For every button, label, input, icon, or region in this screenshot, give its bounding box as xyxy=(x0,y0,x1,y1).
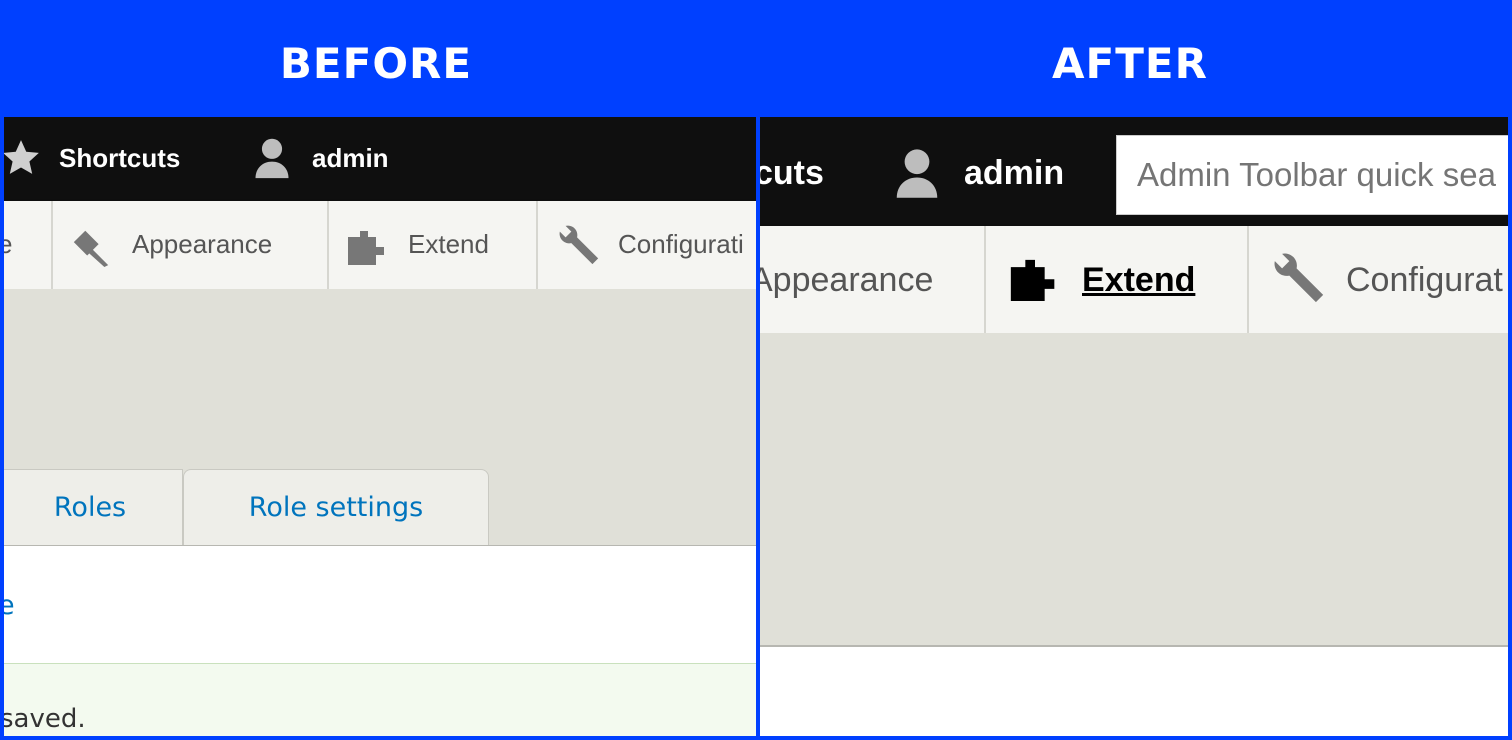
tray-item-label: Configurati xyxy=(618,229,744,259)
before-panel: Shortcuts admin e Appearance Extend Conf… xyxy=(4,117,756,736)
content-area: e xyxy=(4,545,756,664)
admin-toolbar-search-input[interactable] xyxy=(1116,135,1508,215)
puzzle-icon xyxy=(1010,259,1055,301)
toolbar-tray: e Appearance Extend Configurati xyxy=(4,201,756,289)
puzzle-icon xyxy=(348,231,384,265)
wrench-icon xyxy=(1274,253,1324,303)
status-message: saved. xyxy=(4,663,756,736)
tray-divider xyxy=(984,226,986,333)
tray-item-appearance[interactable]: Appearance xyxy=(760,260,933,300)
toolbar-tray: Appearance Extend Configurat xyxy=(760,226,1508,333)
star-icon xyxy=(4,140,39,174)
paintbrush-icon xyxy=(73,230,109,267)
tray-item-label: Configurat xyxy=(1346,261,1503,299)
shortcuts-label: Shortcuts xyxy=(59,143,181,173)
before-heading: BEFORE xyxy=(279,39,473,88)
content-header: Roles Role settings xyxy=(4,289,756,545)
tab-role-settings[interactable]: Role settings xyxy=(183,469,489,545)
tab-roles[interactable]: Roles xyxy=(4,469,183,545)
admin-toolbar: Shortcuts admin xyxy=(4,117,756,201)
user-icon xyxy=(896,149,938,198)
tray-item-partial[interactable]: e xyxy=(4,229,12,259)
status-message-text: saved. xyxy=(4,704,86,734)
tray-divider xyxy=(327,201,329,289)
tray-item-label: Extend xyxy=(1082,261,1196,299)
user-label: admin xyxy=(964,154,1065,192)
tray-item-label: Appearance xyxy=(132,229,273,259)
after-panel: cuts admin Appearance Extend Configurat xyxy=(760,117,1508,736)
wrench-icon xyxy=(559,225,599,265)
content-area xyxy=(760,647,1508,736)
tray-divider xyxy=(536,201,538,289)
user-label: admin xyxy=(312,143,389,173)
content-link-partial[interactable]: e xyxy=(4,590,15,621)
tray-divider xyxy=(51,201,53,289)
tray-divider xyxy=(1247,226,1249,333)
user-icon xyxy=(255,138,289,179)
admin-toolbar: cuts admin xyxy=(760,117,1508,226)
shortcuts-label-partial[interactable]: cuts xyxy=(760,153,824,193)
tray-item-label: Extend xyxy=(408,229,489,259)
after-heading: AFTER xyxy=(1052,39,1208,88)
content-header xyxy=(760,333,1508,647)
